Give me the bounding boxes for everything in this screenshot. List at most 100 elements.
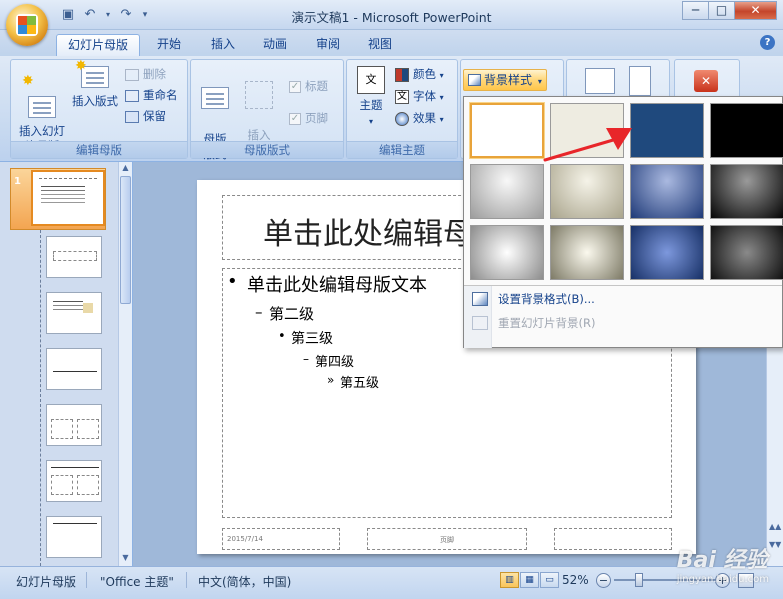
layout-thumbnail[interactable]: [46, 348, 102, 390]
reset-background-icon: [472, 316, 488, 330]
scrollbar-thumb[interactable]: [120, 176, 131, 304]
insert-layout-label: 插入版式: [72, 94, 118, 108]
background-styles-icon: [468, 74, 481, 86]
previous-slide-icon[interactable]: ▲▲: [769, 522, 781, 531]
slideshow-icon[interactable]: ▭: [540, 572, 559, 588]
office-button[interactable]: [6, 4, 48, 46]
tab-review[interactable]: 审阅: [305, 34, 351, 56]
layout-thumbnail[interactable]: [46, 460, 102, 502]
new-star-icon: ✸: [75, 58, 87, 74]
maximize-button[interactable]: □: [708, 1, 735, 20]
layout-thumbnail[interactable]: [46, 292, 102, 334]
themes-icon: 文: [357, 66, 385, 94]
insert-layout-button[interactable]: ✸ 插入版式: [69, 59, 121, 109]
level-2-text: 第二级: [269, 305, 315, 323]
background-style-1[interactable]: [470, 103, 544, 158]
themes-button[interactable]: 文 主题 ▾: [351, 66, 391, 129]
placeholder-icon: [245, 81, 273, 109]
format-background-icon: [472, 292, 488, 306]
delete-icon: [125, 68, 139, 81]
level-4-text: 第四级: [315, 355, 355, 370]
chevron-down-icon: ▾: [537, 77, 542, 86]
effects-icon: [395, 111, 409, 126]
slide-master-icon: [28, 96, 56, 118]
page-setup-icon[interactable]: [585, 68, 615, 94]
colors-button[interactable]: 颜色 ▾: [395, 66, 444, 84]
help-icon[interactable]: ?: [760, 35, 775, 50]
master-layout-icon: [201, 87, 229, 109]
tab-insert[interactable]: 插入: [200, 34, 246, 56]
scroll-down-icon[interactable]: ▼: [119, 553, 132, 565]
level-5-text: 第五级: [340, 376, 380, 391]
chevron-icon: »: [327, 373, 335, 387]
rename-button[interactable]: 重命名: [125, 87, 178, 103]
effects-button[interactable]: 效果 ▾: [395, 110, 444, 128]
background-styles-button[interactable]: 背景样式 ▾: [463, 69, 547, 91]
minimize-button[interactable]: ─: [682, 1, 709, 20]
thumbnail-scrollbar[interactable]: ▲ ▼: [118, 162, 132, 566]
chevron-down-icon: ▾: [439, 93, 444, 102]
scroll-up-icon[interactable]: ▲: [119, 163, 132, 175]
status-language: 中文(简体，中国): [198, 575, 292, 589]
format-background-menu-item[interactable]: 设置背景格式(B)...: [464, 288, 782, 310]
background-style-9[interactable]: [470, 225, 544, 280]
tab-home[interactable]: 开始: [146, 34, 192, 56]
slide-number-placeholder[interactable]: [554, 528, 672, 550]
background-style-6[interactable]: [550, 164, 624, 219]
level-1-text: 单击此处编辑母版文本: [247, 275, 427, 296]
close-button[interactable]: ✕: [734, 1, 777, 20]
title-checkbox[interactable]: ✓ 标题: [289, 78, 328, 94]
tab-slide-master[interactable]: 幻灯片母版: [56, 34, 140, 56]
status-bar: 幻灯片母版 "Office 主题" 中文(简体，中国) ▥ ▦ ▭ 52% − …: [0, 566, 783, 599]
tab-view[interactable]: 视图: [357, 34, 403, 56]
background-style-12[interactable]: [710, 225, 783, 280]
delete-button[interactable]: 删除: [125, 66, 166, 82]
thumbnail-list: 1: [0, 162, 118, 566]
background-style-10[interactable]: [550, 225, 624, 280]
layout-thumbnail[interactable]: [46, 516, 102, 558]
layout-thumbnail[interactable]: [46, 236, 102, 278]
background-style-4[interactable]: [710, 103, 783, 158]
zoom-level[interactable]: 52%: [562, 573, 589, 587]
zoom-slider-knob[interactable]: [635, 573, 643, 587]
status-theme: "Office 主题": [100, 575, 174, 589]
group-label: 编辑母版: [11, 141, 187, 158]
date-placeholder[interactable]: 2015/7/14: [222, 528, 340, 550]
reset-background-menu-item[interactable]: 重置幻灯片背景(R): [464, 312, 782, 334]
window-title: 演示文稿1 - Microsoft PowerPoint: [291, 10, 492, 25]
normal-view-icon[interactable]: ▥: [500, 572, 519, 588]
colors-icon: [395, 67, 409, 82]
zoom-out-icon[interactable]: −: [596, 573, 611, 588]
tab-animations[interactable]: 动画: [252, 34, 298, 56]
close-master-view-icon[interactable]: ✕: [694, 70, 718, 92]
fonts-button[interactable]: 文字体 ▾: [395, 88, 444, 106]
new-star-icon: ✸: [22, 73, 34, 89]
title-placeholder-text: 单击此处编辑母: [263, 217, 473, 252]
chevron-down-icon: ▾: [368, 117, 373, 126]
background-style-8[interactable]: [710, 164, 783, 219]
orientation-icon[interactable]: [629, 66, 651, 96]
checkmark-icon: ✓: [289, 80, 301, 93]
slide-sorter-icon[interactable]: ▦: [520, 572, 539, 588]
footer-placeholder[interactable]: 页脚: [367, 528, 527, 550]
background-style-gallery: [468, 101, 783, 285]
next-slide-icon[interactable]: ▼▼: [769, 540, 781, 549]
background-styles-menu: 设置背景格式(B)... 重置幻灯片背景(R): [463, 96, 783, 348]
footer-checkbox[interactable]: ✓ 页脚: [289, 110, 328, 126]
dash-icon: –: [255, 303, 263, 321]
rename-icon: [125, 89, 139, 102]
layout-thumbnail[interactable]: [46, 404, 102, 446]
background-style-3[interactable]: [630, 103, 704, 158]
chevron-down-icon: ▾: [439, 71, 444, 80]
preserve-button[interactable]: 保留: [125, 108, 166, 124]
background-style-11[interactable]: [630, 225, 704, 280]
background-style-7[interactable]: [630, 164, 704, 219]
background-style-5[interactable]: [470, 164, 544, 219]
thumbnail-connector: [40, 230, 41, 566]
dash-icon: –: [303, 352, 309, 366]
master-thumbnail[interactable]: [31, 170, 105, 226]
background-style-2[interactable]: [550, 103, 624, 158]
bullet-icon: •: [278, 329, 286, 344]
bullet-icon: •: [227, 271, 238, 292]
group-label: 母版版式: [191, 141, 343, 158]
